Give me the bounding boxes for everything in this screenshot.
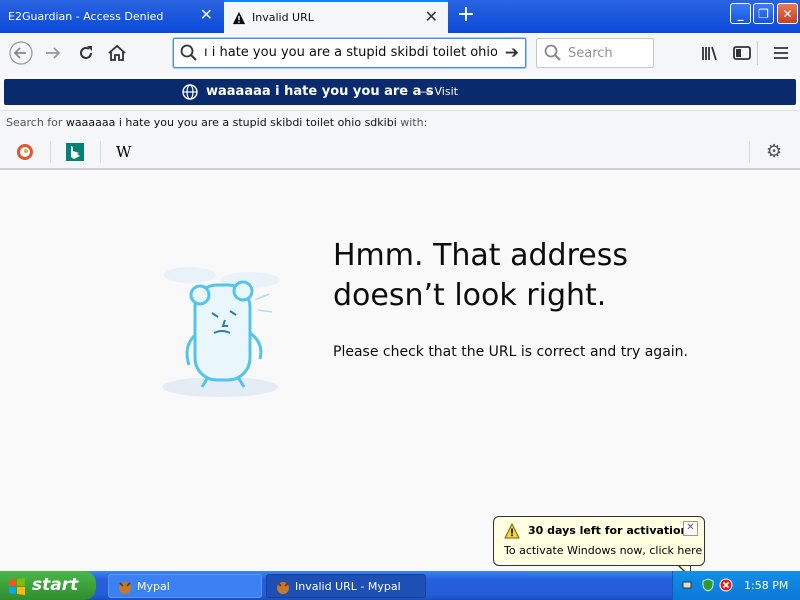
url-bar[interactable]: ı i hate you you are a stupid skibdi toi…	[173, 38, 526, 68]
warning-icon	[504, 523, 520, 539]
mypal-icon	[277, 582, 289, 594]
tab-e2guardian[interactable]: E2Guardian - Access Denied ✕	[0, 0, 223, 33]
search-icon	[544, 44, 561, 61]
search-for-prefix: Search for	[6, 116, 66, 129]
close-window-button[interactable]: ✕	[777, 3, 798, 24]
mypal-icon	[119, 582, 131, 594]
bing-icon[interactable]	[66, 143, 84, 161]
error-title-line: doesn’t look right.	[333, 278, 607, 313]
engine-separator	[100, 141, 101, 163]
library-icon[interactable]	[697, 41, 723, 65]
error-title-line: Hmm. That address	[333, 238, 628, 273]
taskbar-item-mypal[interactable]: Mypal	[108, 574, 262, 598]
forward-arrow-icon[interactable]	[40, 41, 66, 65]
close-tab-icon[interactable]: ✕	[200, 7, 213, 23]
close-tab-icon[interactable]: ✕	[425, 9, 438, 25]
new-tab-button[interactable]: +	[455, 4, 477, 28]
suggestion-text: waaaaaa i hate you you are a s	[206, 84, 434, 99]
tab-invalid-url[interactable]: Invalid URL ✕	[224, 0, 448, 33]
clock: 1:58 PM	[744, 579, 789, 592]
maximize-button[interactable]: ❐	[753, 3, 774, 24]
toolbar-separator	[757, 41, 758, 65]
error-description: Please check that the URL is correct and…	[333, 344, 688, 360]
security-shield-icon[interactable]	[701, 578, 715, 592]
go-arrow-icon[interactable]: ➔	[505, 43, 519, 63]
balloon-title: 30 days left for activation	[528, 524, 689, 537]
system-tray: 1:58 PM	[672, 571, 800, 600]
search-for-query: waaaaaa i hate you you are a stupid skib…	[65, 116, 397, 129]
url-input[interactable]: ı i hate you you are a stupid skibdi toi…	[204, 45, 497, 60]
engine-separator	[749, 141, 750, 163]
one-off-search-engines: W ⚙	[0, 135, 800, 170]
globe-icon	[182, 84, 198, 100]
confused-mascot-illustration	[162, 267, 280, 397]
minimize-button[interactable]: _	[730, 3, 751, 24]
activation-balloon[interactable]: 30 days left for activation To activate …	[493, 516, 705, 566]
start-button[interactable]: start	[0, 571, 96, 600]
duckduckgo-icon[interactable]	[16, 143, 34, 161]
balloon-close-button[interactable]: ✕	[683, 521, 698, 536]
gear-icon[interactable]: ⚙	[766, 141, 782, 162]
search-for-suffix: with:	[396, 116, 428, 129]
search-for-row: Search for waaaaaa i hate you you are a …	[0, 110, 800, 136]
search-input[interactable]: Search	[568, 46, 613, 61]
search-icon	[180, 44, 197, 61]
start-label: start	[32, 575, 79, 595]
url-suggestion-row[interactable]: waaaaaa i hate you you are a s — Visit	[4, 79, 796, 105]
wikipedia-icon[interactable]: W	[116, 143, 134, 161]
security-alert-icon[interactable]	[719, 578, 733, 592]
taskbar-item-label: Invalid URL - Mypal	[295, 580, 401, 593]
network-icon[interactable]	[681, 578, 695, 592]
error-title: Hmm. That address doesn’t look right.	[333, 236, 753, 316]
search-box[interactable]: Search	[536, 38, 654, 68]
tab-title: E2Guardian - Access Denied	[8, 10, 164, 23]
tab-title: Invalid URL	[252, 11, 314, 24]
balloon-text[interactable]: To activate Windows now, click here	[504, 544, 702, 557]
windows-flag-icon	[9, 578, 25, 595]
hamburger-menu-icon[interactable]	[768, 41, 794, 65]
taskbar-item-invalid-url[interactable]: Invalid URL - Mypal	[266, 574, 426, 598]
reload-icon[interactable]	[73, 41, 99, 65]
home-icon[interactable]	[104, 41, 130, 65]
back-arrow-icon[interactable]	[8, 41, 34, 65]
warning-icon	[232, 11, 246, 24]
suggestion-action: — Visit	[420, 85, 458, 98]
sidebar-icon[interactable]	[729, 41, 755, 65]
taskbar-item-label: Mypal	[137, 580, 170, 593]
engine-separator	[50, 141, 51, 163]
